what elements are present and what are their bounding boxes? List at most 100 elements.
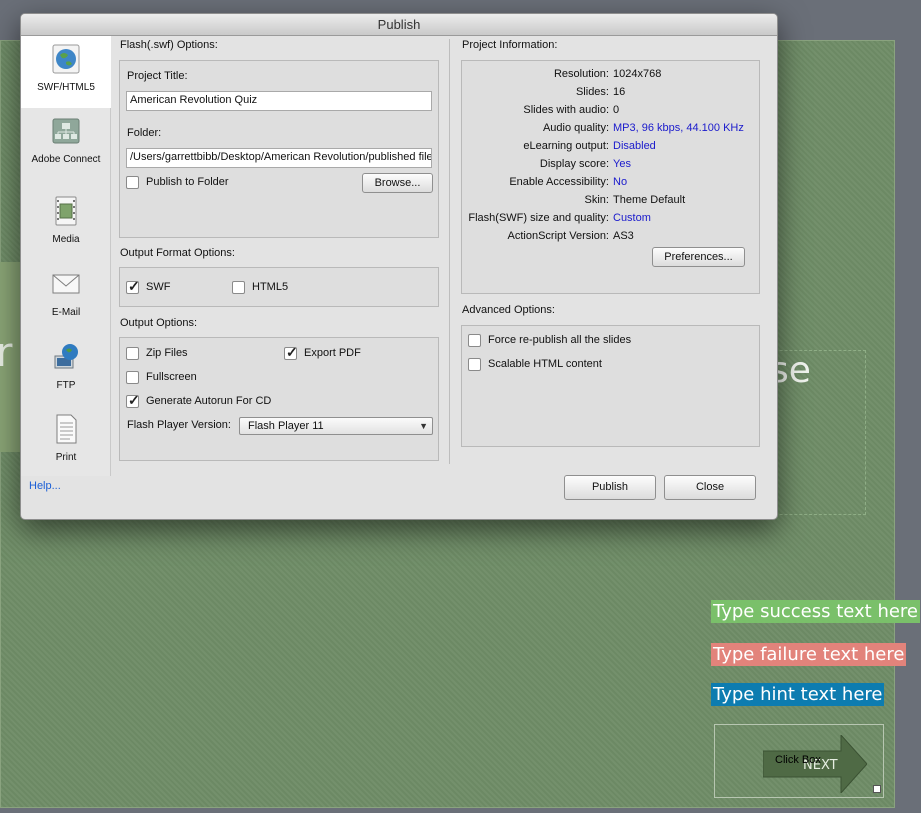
info-value: AS3: [613, 230, 634, 242]
export-pdf-checkbox[interactable]: ✓: [284, 344, 298, 360]
dialog-titlebar[interactable]: Publish: [21, 14, 777, 36]
sidebar-item-email[interactable]: E-Mail: [21, 261, 111, 333]
publish-to-folder-checkbox[interactable]: [126, 176, 139, 189]
info-key: ActionScript Version:: [507, 230, 610, 242]
scalable-html-checkbox[interactable]: [468, 358, 481, 371]
folder-input[interactable]: /Users/garrettbibb/Desktop/American Revo…: [126, 148, 432, 168]
sidebar-item-label: Media: [52, 234, 80, 245]
publish-to-folder-label: Publish to Folder: [146, 176, 229, 188]
player-version-label: Flash Player Version:: [127, 419, 231, 431]
republish-checkbox[interactable]: [468, 334, 481, 347]
ftp-globe-icon: [54, 344, 78, 369]
checkmark-icon: ✓: [128, 392, 140, 408]
sidebar-item-label: E-Mail: [51, 307, 81, 318]
advanced-options-group: Force re-publish all the slides Scalable…: [461, 325, 760, 447]
slide-left-text: r: [0, 330, 13, 376]
network-icon: [52, 118, 80, 144]
sidebar-item-ftp[interactable]: FTP: [21, 334, 111, 406]
accessibility-link[interactable]: No: [613, 176, 627, 188]
info-row-audio-quality: Audio quality: MP3, 96 kbps, 44.100 KHz: [462, 122, 759, 140]
info-value: 0: [613, 104, 620, 116]
autorun-checkbox[interactable]: ✓: [126, 392, 140, 408]
elearning-output-link[interactable]: Disabled: [613, 140, 656, 152]
checkmark-icon: ✓: [128, 278, 140, 294]
zip-files-checkbox[interactable]: [126, 347, 139, 360]
info-key: Slides:: [575, 86, 609, 98]
sidebar-item-adobe-connect[interactable]: Adobe Connect: [21, 108, 111, 180]
project-info-group: Resolution: 1024x768 Slides: 16 Slides w…: [461, 60, 760, 294]
browse-button[interactable]: Browse...: [362, 173, 433, 193]
info-key: Skin:: [584, 194, 609, 206]
scalable-html-label: Scalable HTML content: [488, 358, 602, 370]
info-row-resolution: Resolution: 1024x768: [462, 68, 759, 86]
film-icon: [55, 196, 77, 226]
project-title-label: Project Title:: [127, 70, 188, 82]
click-box-label: Click Box: [775, 754, 821, 766]
project-info-title: Project Information:: [462, 39, 558, 51]
checkmark-icon: ✓: [286, 344, 298, 360]
envelope-icon: [52, 274, 80, 294]
sidebar-item-print[interactable]: Print: [21, 406, 111, 478]
info-row-swf-size: Flash(SWF) size and quality: Custom: [462, 212, 759, 230]
column-divider: [449, 39, 450, 464]
project-title-input[interactable]: American Revolution Quiz: [126, 91, 432, 111]
folder-label: Folder:: [127, 127, 162, 139]
preferences-button[interactable]: Preferences...: [652, 247, 745, 267]
info-key: Slides with audio:: [523, 104, 609, 116]
info-row-actionscript: ActionScript Version: AS3: [462, 230, 759, 248]
info-key: Audio quality:: [542, 122, 609, 134]
player-version-value: Flash Player 11: [248, 420, 324, 432]
document-icon: [56, 414, 77, 444]
success-caption[interactable]: Type success text here: [711, 600, 921, 623]
sidebar-item-swf-html5[interactable]: SWF/HTML5: [21, 36, 111, 108]
info-row-elearning: eLearning output: Disabled: [462, 140, 759, 158]
swf-label: SWF: [146, 281, 171, 293]
flash-options-group: Project Title: American Revolution Quiz …: [119, 60, 439, 238]
sidebar-item-label: Adobe Connect: [31, 154, 101, 165]
info-row-slides: Slides: 16: [462, 86, 759, 104]
republish-label: Force re-publish all the slides: [488, 334, 632, 346]
info-value: Theme Default: [613, 194, 686, 206]
publish-sidebar: SWF/HTML5 Adobe Connect Media E-Mail FTP…: [21, 36, 111, 476]
player-version-select[interactable]: Flash Player 11 ▼: [239, 417, 433, 435]
info-key: Display score:: [539, 158, 609, 170]
info-value: 1024x768: [613, 68, 662, 80]
close-button[interactable]: Close: [664, 475, 756, 500]
flash-options-title: Flash(.swf) Options:: [120, 39, 218, 51]
hint-caption[interactable]: Type hint text here: [711, 683, 885, 706]
sidebar-item-label: SWF/HTML5: [37, 82, 95, 93]
info-key: Enable Accessibility:: [509, 176, 609, 188]
html5-label: HTML5: [252, 281, 289, 293]
chevron-down-icon: ▼: [419, 421, 428, 431]
info-key: Resolution:: [553, 68, 609, 80]
output-options-group: Zip Files ✓ Export PDF Fullscreen ✓ Gene…: [119, 337, 439, 461]
publish-button[interactable]: Publish: [564, 475, 656, 500]
help-link[interactable]: Help...: [29, 480, 61, 492]
info-key: eLearning output:: [523, 140, 609, 152]
output-format-group: ✓ SWF HTML5: [119, 267, 439, 307]
audio-quality-link[interactable]: MP3, 96 kbps, 44.100 KHz: [613, 122, 744, 134]
advanced-options-title: Advanced Options:: [462, 304, 555, 316]
info-row-skin: Skin: Theme Default: [462, 194, 759, 212]
sidebar-item-media[interactable]: Media: [21, 188, 111, 260]
info-row-display-score: Display score: Yes: [462, 158, 759, 176]
output-options-title: Output Options:: [120, 317, 198, 329]
swf-checkbox[interactable]: ✓: [126, 278, 140, 294]
swf-size-quality-link[interactable]: Custom: [613, 212, 651, 224]
display-score-link[interactable]: Yes: [613, 158, 631, 170]
html5-checkbox[interactable]: [232, 281, 245, 294]
autorun-label: Generate Autorun For CD: [146, 395, 272, 407]
sidebar-item-label: Print: [55, 452, 77, 463]
resize-handle[interactable]: [873, 785, 881, 793]
failure-caption[interactable]: Type failure text here: [711, 643, 907, 666]
export-pdf-label: Export PDF: [304, 347, 361, 359]
fullscreen-checkbox[interactable]: [126, 371, 139, 384]
info-row-accessibility: Enable Accessibility: No: [462, 176, 759, 194]
fullscreen-label: Fullscreen: [146, 371, 197, 383]
info-value: 16: [613, 86, 626, 98]
globe-icon: [52, 44, 80, 74]
sidebar-item-label: FTP: [56, 380, 76, 391]
info-row-slides-audio: Slides with audio: 0: [462, 104, 759, 122]
output-format-title: Output Format Options:: [120, 247, 235, 259]
zip-files-label: Zip Files: [146, 347, 188, 359]
